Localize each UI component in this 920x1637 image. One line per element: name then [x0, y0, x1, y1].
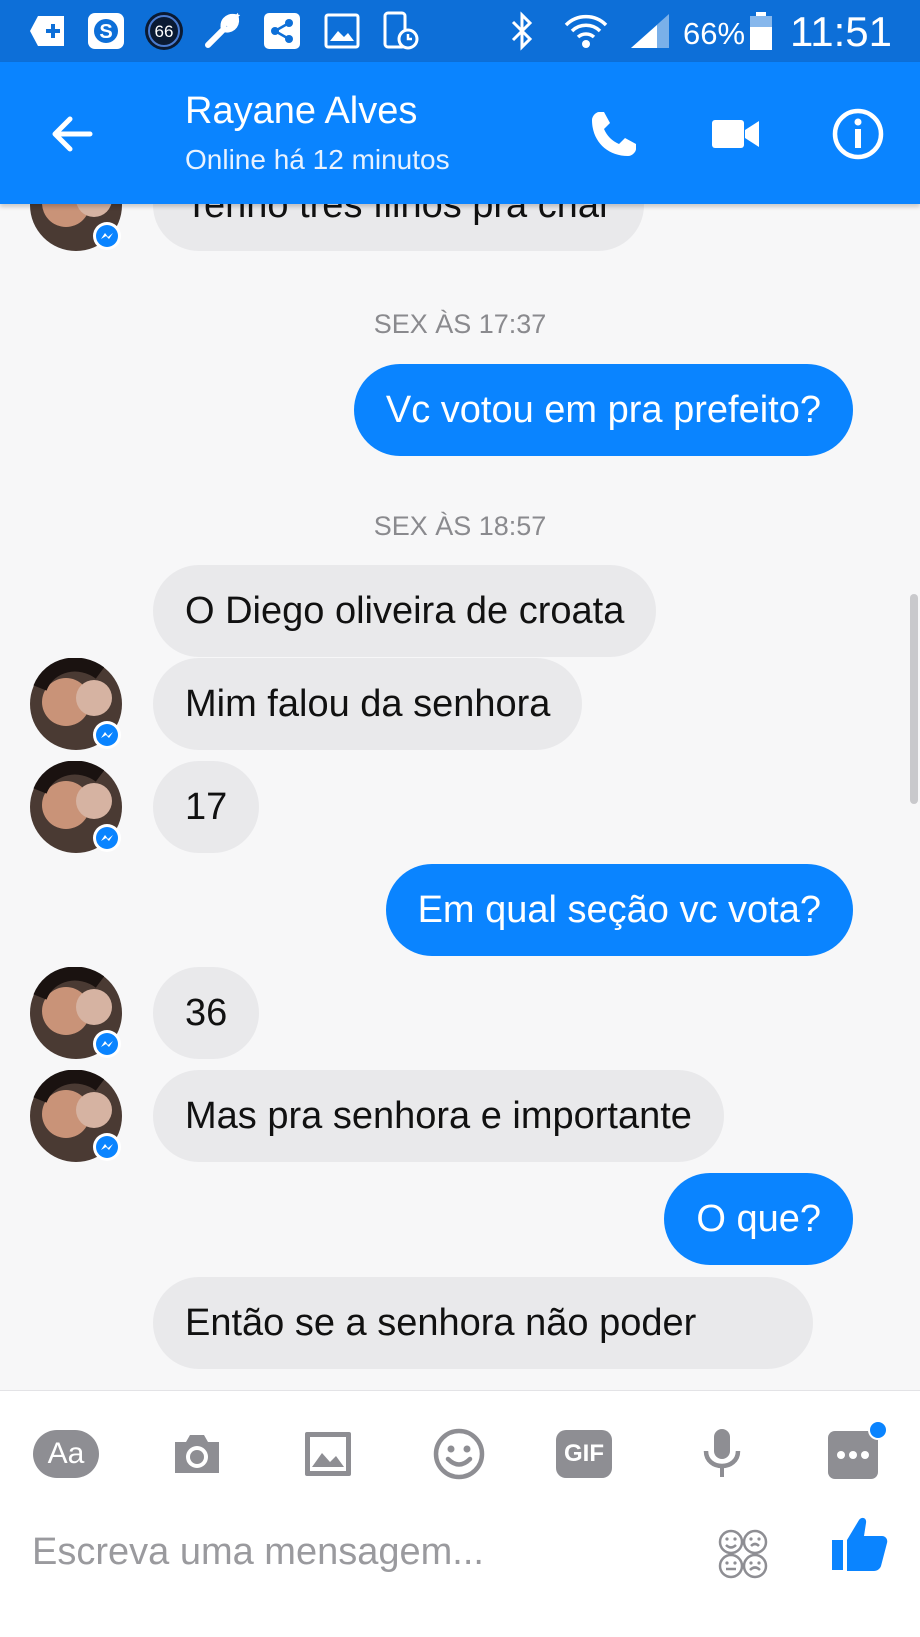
- avatar[interactable]: [30, 1069, 122, 1162]
- bluetooth-icon: [504, 11, 540, 51]
- scrollbar[interactable]: [910, 594, 918, 804]
- conversation-info-button[interactable]: [826, 102, 890, 166]
- like-button[interactable]: [826, 1511, 892, 1577]
- add-notification-icon: [28, 13, 68, 49]
- sticker-faces-icon: [718, 1529, 768, 1579]
- contact-status: Online há 12 minutos: [185, 144, 450, 175]
- phone-clock-icon: [380, 11, 420, 50]
- avatar[interactable]: [30, 657, 122, 750]
- emoji-icon: [433, 1428, 485, 1480]
- info-icon: [832, 108, 884, 160]
- svg-text:S: S: [99, 21, 112, 43]
- microphone-icon: [703, 1429, 741, 1477]
- message-outgoing[interactable]: O que?: [664, 1173, 853, 1265]
- more-options-button[interactable]: [818, 1419, 888, 1489]
- timestamp: SEX ÀS 18:57: [373, 511, 547, 541]
- battery-icon: [748, 12, 774, 50]
- notification-count: 66: [154, 22, 174, 41]
- wifi-icon: [562, 13, 610, 49]
- status-bar: S 66 66% 11:51: [0, 0, 920, 62]
- battery-percent: 66%: [683, 16, 746, 51]
- photo-gallery-button[interactable]: [293, 1419, 363, 1489]
- message-incoming[interactable]: Mim falou da senhora: [153, 658, 583, 750]
- gif-button[interactable]: GIF: [555, 1419, 613, 1489]
- notification-count-icon: 66: [144, 12, 184, 50]
- message-outgoing[interactable]: Em qual seção vc vota?: [385, 864, 853, 956]
- avatar[interactable]: [30, 966, 122, 1059]
- camera-icon: [175, 1435, 219, 1473]
- message-incoming[interactable]: Então se a senhora não poder: [153, 1277, 813, 1369]
- message-incoming[interactable]: 36: [153, 967, 260, 1059]
- message-incoming[interactable]: Mas pra senhora e importante: [153, 1070, 724, 1162]
- emoji-button[interactable]: [424, 1419, 494, 1489]
- voice-message-button[interactable]: [687, 1419, 757, 1489]
- avatar[interactable]: [30, 204, 122, 251]
- message-composer: Aa GIF Escreva uma mensagem...: [0, 1390, 920, 1637]
- text-format-button[interactable]: Aa: [32, 1419, 100, 1489]
- wrench-icon: [202, 12, 242, 49]
- image-icon: [305, 1432, 351, 1476]
- back-arrow-icon: [52, 116, 93, 152]
- text-format-icon: Aa: [33, 1430, 99, 1478]
- message-incoming[interactable]: O Diego oliveira de croata: [153, 565, 657, 657]
- message-list[interactable]: Tenho três filhos pra criar SEX ÀS 17:37…: [0, 204, 920, 1390]
- back-button[interactable]: [40, 102, 104, 166]
- thumbs-up-icon: [832, 1517, 888, 1571]
- more-icon: [828, 1420, 888, 1479]
- message-input[interactable]: Escreva uma mensagem...: [32, 1531, 484, 1574]
- timestamp: SEX ÀS 17:37: [373, 309, 547, 339]
- conversation-header: Rayane Alves Online há 12 minutos: [0, 62, 920, 204]
- clock-time: 11:51: [790, 8, 892, 55]
- skype-icon: S: [86, 13, 126, 49]
- video-camera-icon: [712, 120, 759, 148]
- avatar[interactable]: [30, 760, 122, 853]
- message-incoming[interactable]: Tenho três filhos pra criar: [153, 204, 644, 251]
- video-call-button[interactable]: [704, 102, 768, 166]
- contact-name[interactable]: Rayane Alves: [185, 90, 417, 133]
- voice-call-button[interactable]: [582, 102, 646, 166]
- stickers-button[interactable]: [708, 1519, 778, 1589]
- signal-icon: [628, 13, 672, 49]
- share-icon: [262, 13, 302, 49]
- gallery-icon: [322, 13, 362, 49]
- message-incoming[interactable]: 17: [153, 761, 260, 853]
- gif-icon: GIF: [556, 1430, 612, 1478]
- camera-button[interactable]: [162, 1419, 232, 1489]
- phone-icon: [592, 112, 636, 156]
- message-outgoing[interactable]: Vc votou em pra prefeito?: [353, 364, 853, 456]
